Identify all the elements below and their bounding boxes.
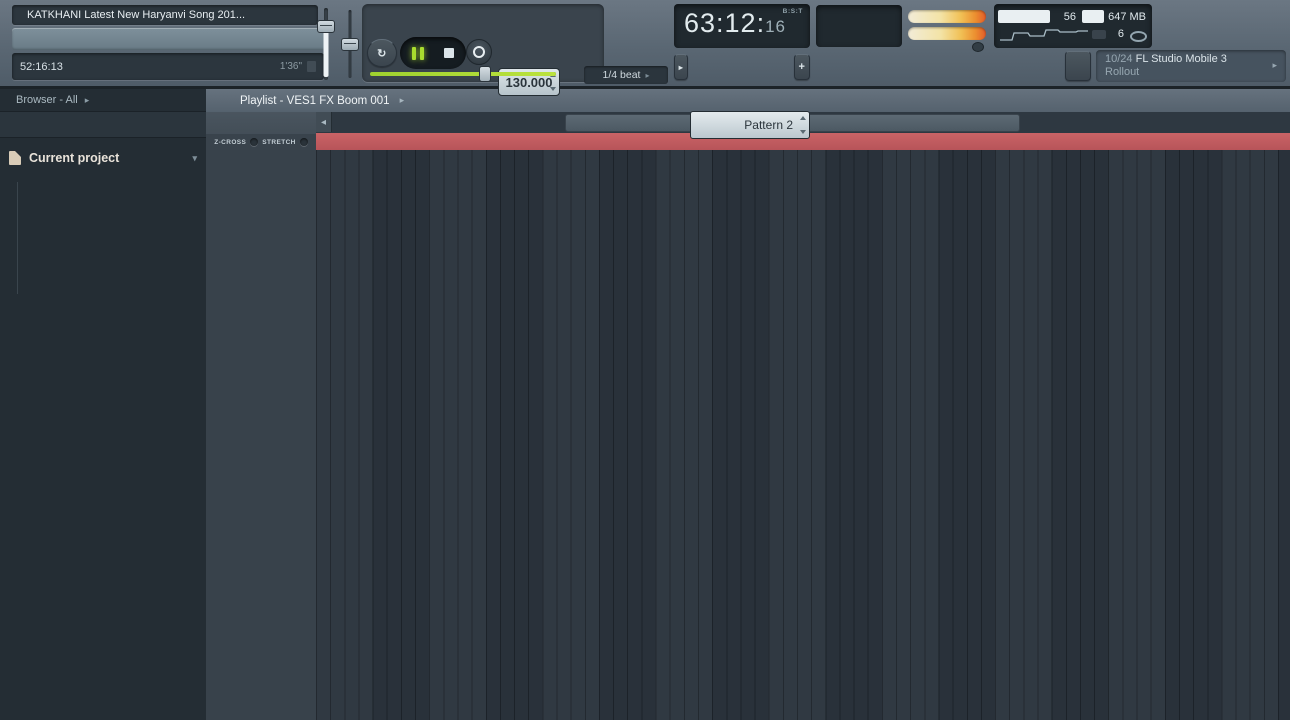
hint-meter-icon — [307, 61, 316, 72]
title-bar: KATKHANI Latest New Haryanvi Song 201... — [12, 5, 318, 25]
browser-tabs — [0, 111, 206, 138]
time-display[interactable]: 63:12:16 B:S:T — [674, 4, 810, 48]
news-caret-icon: ▸ — [1272, 60, 1277, 71]
time-tick: 16 — [765, 17, 786, 36]
playlist-window: Playlist - VES1 FX Boom 001 ▸ Z-CROSS ST… — [206, 89, 1290, 720]
clip-lane[interactable] — [316, 150, 1290, 720]
hint-position: 52:16:13 — [20, 60, 63, 73]
collapse-caret-icon[interactable]: ▾ — [192, 153, 197, 164]
meter-clock-icon — [972, 42, 984, 52]
browser-title-caret-icon: ▸ — [84, 94, 90, 105]
playlist-toolbar: Playlist - VES1 FX Boom 001 ▸ — [206, 89, 1290, 113]
loop-record-button[interactable]: ↻ — [367, 39, 397, 67]
pattern-value: Pattern 2 — [744, 118, 793, 132]
record-button[interactable] — [466, 39, 492, 65]
tempo-value: 130.000 — [505, 74, 553, 90]
playlist-title-caret-icon: ▸ — [399, 95, 405, 105]
pause-button[interactable] — [402, 39, 433, 67]
master-pitch-slider[interactable] — [341, 10, 359, 78]
scroll-left-button[interactable]: ◂ — [316, 112, 332, 132]
cpu-graph — [1000, 29, 1088, 41]
stop-button[interactable] — [433, 39, 464, 67]
playlist-tool-tabs: Z-CROSS STRETCH — [206, 112, 316, 150]
global-snap-selector[interactable]: 1/4 beat ▸ — [584, 66, 668, 84]
zcross-label: Z-CROSS — [214, 138, 247, 146]
time-main: 63:12: — [684, 8, 766, 38]
stretch-options: Z-CROSS STRETCH — [206, 134, 316, 150]
memory-value: 647 MB — [1108, 11, 1146, 23]
time-mode-label: B:S:T — [782, 8, 803, 15]
window-title: KATKHANI Latest New Haryanvi Song 201... — [27, 9, 246, 21]
snap-caret-icon: ▸ — [645, 70, 650, 80]
track-headers — [206, 150, 316, 720]
clip-type-tabs — [206, 112, 316, 134]
download-button[interactable] — [1065, 51, 1091, 81]
menu-bar — [12, 28, 328, 50]
play-stop-group — [400, 37, 466, 69]
news-title: FL Studio Mobile 3 — [1135, 53, 1227, 65]
pattern-add-button[interactable]: + — [794, 54, 810, 80]
fl-studio-window: KATKHANI Latest New Haryanvi Song 201...… — [0, 0, 1290, 720]
cpu-value: 56 — [1063, 11, 1076, 23]
browser-item-current-project[interactable]: Current project ▾ — [0, 147, 206, 169]
polyphony-value: 6 — [1117, 28, 1124, 40]
browser-header: Browser - All ▸ — [0, 89, 206, 111]
news-panel[interactable]: 10/24 FL Studio Mobile 3 Rollout ▸ — [1096, 50, 1286, 82]
meter-bar-right — [908, 27, 986, 40]
cpu-bar — [998, 10, 1050, 23]
stretch-label: STRETCH — [262, 138, 296, 146]
polyphony-icon — [1130, 31, 1147, 42]
playlist-title[interactable]: Playlist - VES1 FX Boom 001 — [240, 95, 390, 107]
browser-title[interactable]: Browser - All — [16, 94, 78, 106]
volume-meter — [906, 5, 990, 52]
pattern-prev-button[interactable]: ▸ — [674, 54, 688, 80]
tree-guide-line — [17, 182, 18, 294]
shuffle-slider[interactable] — [370, 66, 556, 82]
zcross-toggle[interactable] — [250, 138, 259, 146]
main-toolbar: KATKHANI Latest New Haryanvi Song 201...… — [0, 0, 1290, 139]
browser-root-label: Current project — [29, 151, 120, 165]
cpu-panel: 56 647 MB 6 — [994, 4, 1152, 48]
hint-bar: 52:16:13 1'36" — [12, 53, 324, 80]
song-length: 1'36" — [279, 61, 302, 72]
master-volume-slider[interactable] — [317, 8, 335, 80]
oscilloscope[interactable] — [816, 5, 902, 47]
news-date: 10/24 — [1105, 53, 1133, 65]
snap-value: 1/4 beat — [602, 69, 641, 81]
project-file-icon — [9, 151, 21, 165]
pattern-selector[interactable]: Pattern 2 — [690, 111, 810, 139]
stretch-toggle[interactable] — [299, 138, 308, 146]
news-subtitle: Rollout — [1105, 66, 1140, 78]
browser-panel: Browser - All ▸ Current project ▾ — [0, 89, 208, 720]
browser-tree: Current project ▾ — [0, 138, 206, 294]
meter-bar-left — [908, 10, 986, 23]
